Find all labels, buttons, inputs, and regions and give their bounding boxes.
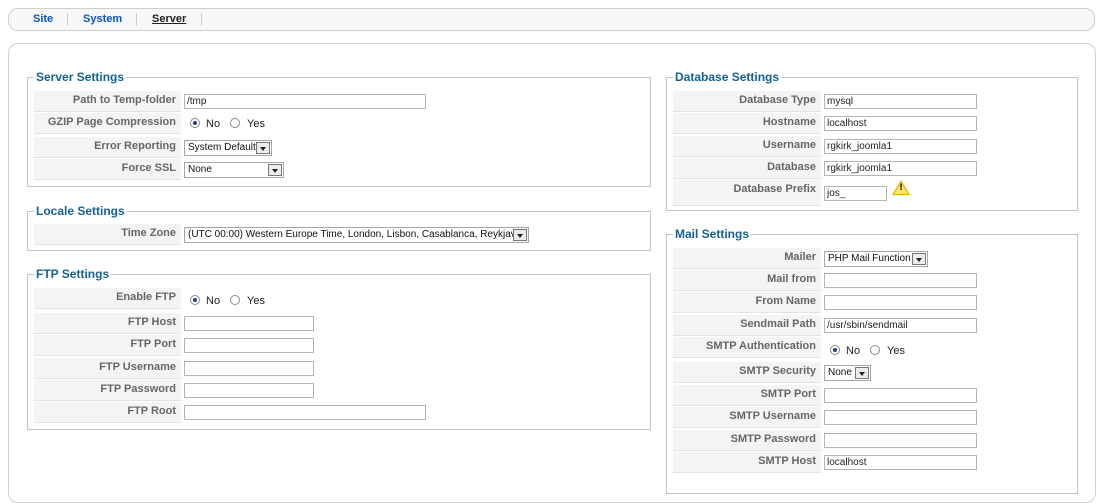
smtp-security-select[interactable]: None [824, 365, 871, 381]
smtp-auth-no-label: No [846, 345, 861, 357]
enable-ftp-no-radio[interactable] [190, 295, 200, 305]
smtp-password-label: SMTP Password [673, 430, 821, 451]
tab-separator [201, 13, 202, 26]
db-hostname-label: Hostname [673, 113, 821, 134]
enable-ftp-no-label: No [206, 295, 221, 307]
smtp-auth-label: SMTP Authentication [673, 337, 821, 358]
temp-folder-label: Path to Temp-folder [34, 91, 181, 112]
time-zone-select[interactable]: (UTC 00:00) Western Europe Time, London,… [184, 227, 529, 243]
mailer-value: PHP Mail Function [828, 253, 911, 264]
smtp-port-label: SMTP Port [673, 385, 821, 406]
smtp-username-input[interactable] [824, 410, 977, 425]
chevron-down-icon [513, 229, 527, 241]
warning-icon: ! [892, 180, 910, 195]
db-type-label: Database Type [673, 91, 821, 112]
enable-ftp-yes-label: Yes [247, 295, 265, 307]
ftp-root-input[interactable] [184, 405, 426, 420]
force-ssl-select[interactable]: None [184, 162, 284, 178]
time-zone-label: Time Zone [34, 224, 181, 245]
db-hostname-input[interactable] [824, 116, 977, 131]
ftp-password-label: FTP Password [34, 380, 181, 401]
db-name-input[interactable] [824, 161, 977, 176]
smtp-port-input[interactable] [824, 388, 977, 403]
from-name-input[interactable] [824, 295, 977, 310]
db-username-label: Username [673, 136, 821, 157]
chevron-down-icon [912, 253, 926, 265]
db-name-label: Database [673, 158, 821, 179]
tab-site[interactable]: Site [33, 13, 53, 25]
chevron-down-icon [855, 367, 869, 379]
gzip-no-radio[interactable] [190, 118, 200, 128]
time-zone-value: (UTC 00:00) Western Europe Time, London,… [188, 229, 523, 240]
ftp-host-label: FTP Host [34, 313, 181, 334]
smtp-auth-yes-radio[interactable] [870, 345, 880, 355]
gzip-yes-label: Yes [247, 118, 265, 130]
server-settings-title: Server Settings [34, 70, 127, 84]
ftp-host-input[interactable] [184, 316, 314, 331]
db-prefix-input[interactable] [824, 186, 887, 201]
mail-from-label: Mail from [673, 270, 821, 291]
smtp-username-label: SMTP Username [673, 407, 821, 428]
mail-settings-title: Mail Settings [673, 227, 752, 241]
ftp-settings-panel: FTP Settings Enable FTP No Yes FTP Host … [27, 267, 651, 430]
force-ssl-label: Force SSL [34, 159, 181, 180]
db-prefix-label: Database Prefix [673, 180, 821, 206]
ftp-username-input[interactable] [184, 361, 314, 376]
smtp-auth-yes-label: Yes [887, 345, 905, 357]
database-settings-panel: Database Settings Database Type Hostname… [666, 70, 1078, 211]
mailer-select[interactable]: PHP Mail Function [824, 251, 928, 267]
ftp-root-label: FTP Root [34, 402, 181, 423]
smtp-security-label: SMTP Security [673, 362, 821, 383]
ftp-port-label: FTP Port [34, 335, 181, 356]
tab-server[interactable]: Server [152, 13, 186, 25]
mail-from-input[interactable] [824, 273, 977, 288]
tab-separator [67, 13, 68, 26]
tab-separator [136, 13, 137, 26]
database-settings-title: Database Settings [673, 70, 782, 84]
force-ssl-value: None [188, 164, 212, 175]
server-settings-panel: Server Settings Path to Temp-folder GZIP… [27, 70, 651, 187]
error-reporting-select[interactable]: System Default [184, 140, 272, 156]
chevron-down-icon [256, 142, 270, 154]
chevron-down-icon [268, 164, 282, 176]
temp-folder-input[interactable] [184, 94, 426, 109]
gzip-yes-radio[interactable] [230, 118, 240, 128]
ftp-username-label: FTP Username [34, 358, 181, 379]
db-username-input[interactable] [824, 139, 977, 154]
from-name-label: From Name [673, 292, 821, 313]
mailer-label: Mailer [673, 248, 821, 269]
ftp-settings-title: FTP Settings [34, 267, 112, 281]
tab-system[interactable]: System [83, 13, 122, 25]
sendmail-path-label: Sendmail Path [673, 315, 821, 336]
mail-settings-panel: Mail Settings Mailer PHP Mail Function M… [666, 227, 1078, 494]
locale-settings-title: Locale Settings [34, 204, 127, 218]
locale-settings-panel: Locale Settings Time Zone (UTC 00:00) We… [27, 204, 651, 251]
gzip-no-label: No [206, 118, 221, 130]
enable-ftp-yes-radio[interactable] [230, 295, 240, 305]
enable-ftp-label: Enable FTP [34, 288, 181, 309]
smtp-host-label: SMTP Host [673, 452, 821, 473]
gzip-label: GZIP Page Compression [34, 113, 181, 134]
smtp-auth-no-radio[interactable] [830, 345, 840, 355]
ftp-port-input[interactable] [184, 338, 314, 353]
db-type-input[interactable] [824, 94, 977, 109]
smtp-security-value: None [828, 367, 852, 378]
error-reporting-label: Error Reporting [34, 137, 181, 158]
smtp-host-input[interactable] [824, 455, 977, 470]
sendmail-path-input[interactable] [824, 318, 977, 333]
smtp-password-input[interactable] [824, 433, 977, 448]
error-reporting-value: System Default [188, 142, 256, 153]
config-tabs-bar: Site System Server [8, 8, 1095, 31]
ftp-password-input[interactable] [184, 383, 314, 398]
